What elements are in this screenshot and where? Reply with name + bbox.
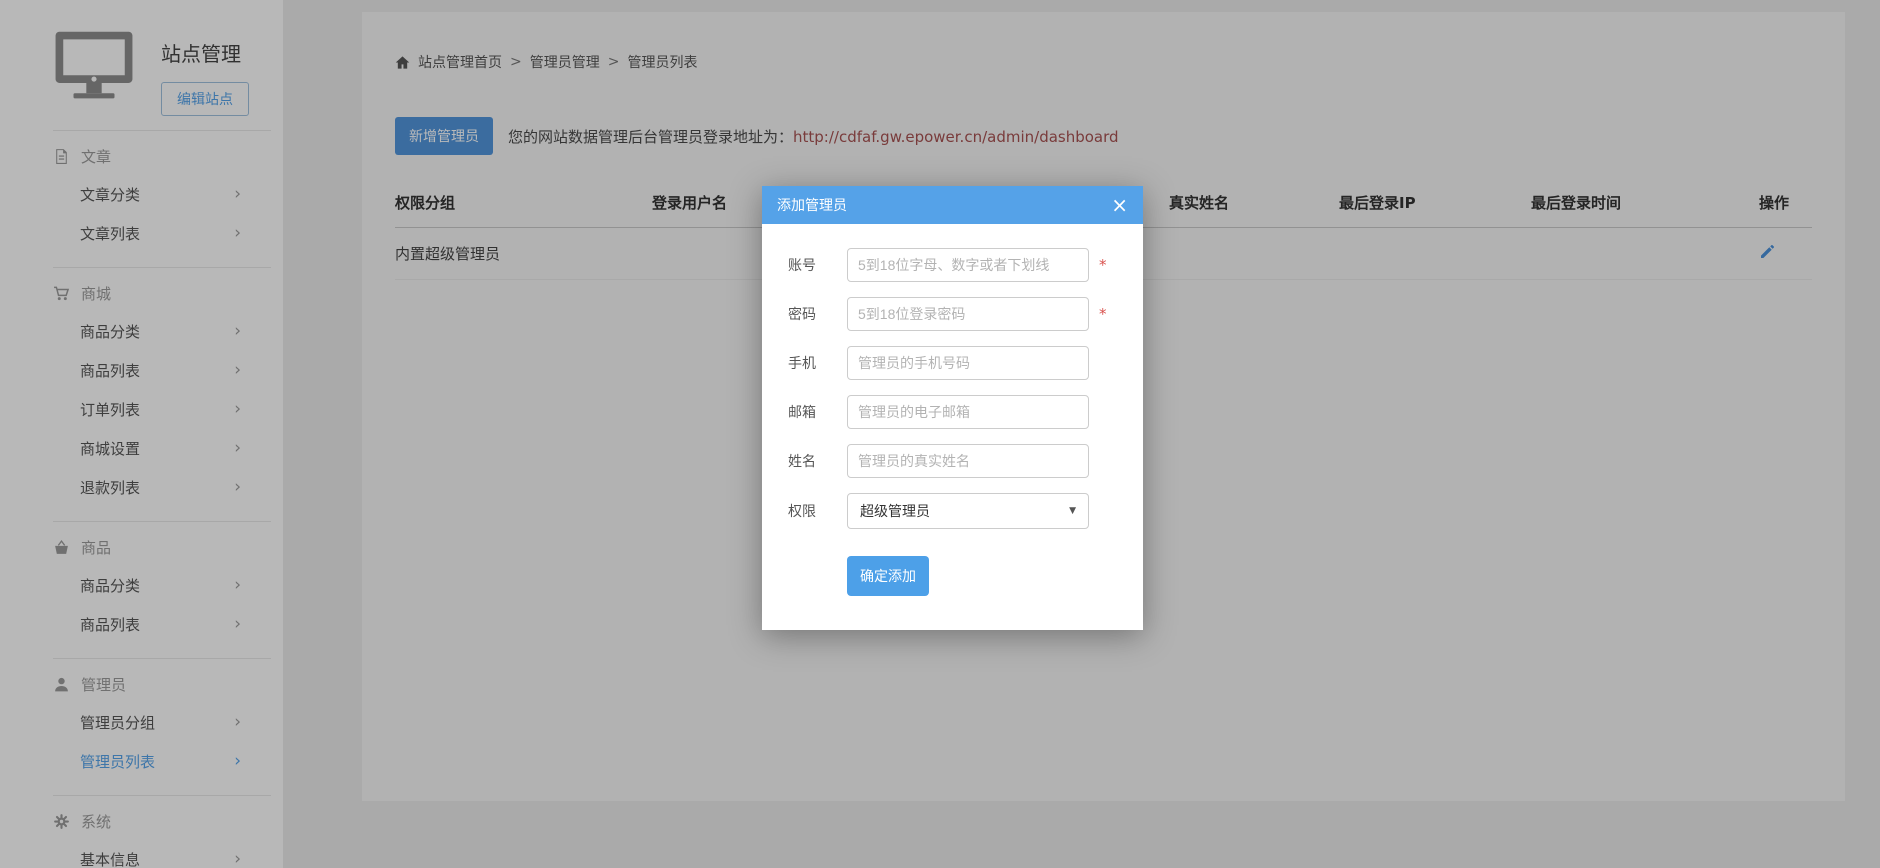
姓名-input[interactable] — [847, 444, 1089, 478]
caret-down-icon: ▼ — [1069, 506, 1076, 516]
field-row-邮箱: 邮箱 — [788, 395, 1129, 429]
field-row-手机: 手机 — [788, 346, 1129, 380]
field-label: 邮箱 — [788, 402, 847, 422]
密码-input[interactable] — [847, 297, 1089, 331]
手机-input[interactable] — [847, 346, 1089, 380]
permission-select[interactable]: 超级管理员 ▼ — [847, 493, 1089, 529]
modal-body: 账号 * 密码 * 手机邮箱姓名权限超级管理员 ▼ 确定添加 — [762, 224, 1143, 630]
field-label: 手机 — [788, 353, 847, 373]
site-admin-app: 站点管理 编辑站点 文章文章分类›文章列表›商城商品分类›商品列表›订单列表›商… — [0, 0, 1880, 868]
field-row-姓名: 姓名 — [788, 444, 1129, 478]
modal-header: 添加管理员 × — [762, 186, 1143, 224]
field-label: 姓名 — [788, 451, 847, 471]
modal-title: 添加管理员 — [777, 195, 847, 215]
邮箱-input[interactable] — [847, 395, 1089, 429]
field-row-密码: 密码 * — [788, 297, 1129, 331]
modal-fields: 账号 * 密码 * 手机邮箱姓名权限超级管理员 ▼ — [788, 248, 1129, 529]
required-marker: * — [1099, 256, 1107, 274]
field-label: 密码 — [788, 304, 847, 324]
add-admin-modal: 添加管理员 × 账号 * 密码 * 手机邮箱姓名权限超级管理员 ▼ 确定添加 — [762, 186, 1143, 630]
账号-input[interactable] — [847, 248, 1089, 282]
required-marker: * — [1099, 305, 1107, 323]
field-row-账号: 账号 * — [788, 248, 1129, 282]
field-label: 账号 — [788, 255, 847, 275]
confirm-add-button[interactable]: 确定添加 — [847, 556, 929, 596]
select-value: 超级管理员 — [860, 501, 930, 521]
field-row-权限: 权限超级管理员 ▼ — [788, 493, 1129, 529]
close-icon[interactable]: × — [1111, 195, 1128, 215]
field-label: 权限 — [788, 501, 847, 521]
